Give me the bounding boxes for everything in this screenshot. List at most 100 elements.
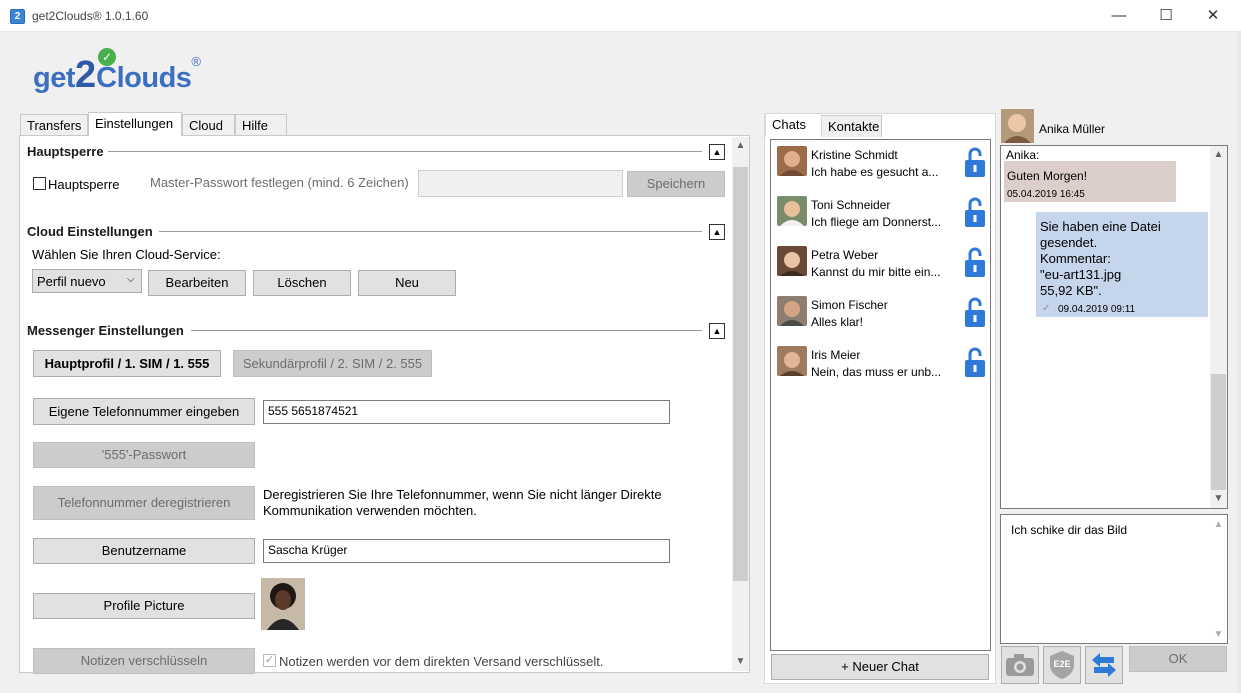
- delete-cloud-button[interactable]: Löschen: [253, 270, 351, 296]
- chat-preview: Alles klar!: [811, 315, 864, 329]
- chat-item-iris[interactable]: Iris Meier Nein, das muss er unb...: [777, 346, 987, 388]
- close-button[interactable]: ✕: [1190, 2, 1236, 30]
- secondary-profile-button[interactable]: Sekundärprofil / 2. SIM / 2. 555: [233, 350, 432, 377]
- compose-field[interactable]: Ich schike dir das Bild ▲ ▼: [1000, 514, 1228, 644]
- contact-avatar: [1001, 109, 1034, 143]
- message-scroll-thumb[interactable]: [1211, 374, 1226, 490]
- unlock-icon[interactable]: [964, 246, 986, 277]
- unlock-icon[interactable]: [964, 196, 986, 227]
- phone-number-field[interactable]: 555 5651874521: [263, 400, 670, 424]
- outgoing-bubble: Sie haben eine Datei gesendet. Kommentar…: [1036, 212, 1208, 317]
- incoming-bubble: Guten Morgen! 05.04.2019 16:45: [1004, 161, 1176, 202]
- chevron-down-icon: ⌵: [127, 274, 135, 285]
- chat-item-petra[interactable]: Petra Weber Kannst du mir bitte ein...: [777, 246, 987, 288]
- section-title-messenger: Messenger Einstellungen: [27, 323, 184, 338]
- outgoing-time: 09.04.2019 09:11: [1058, 304, 1136, 315]
- outgoing-line: Sie haben eine Datei: [1040, 219, 1161, 234]
- master-password-field[interactable]: [418, 170, 623, 197]
- avatar: [777, 346, 807, 376]
- e2e-button[interactable]: E2E: [1043, 646, 1081, 684]
- profile-picture: [261, 578, 305, 630]
- scroll-down-icon[interactable]: ▼: [1210, 629, 1227, 640]
- scroll-up-icon[interactable]: ▲: [1210, 149, 1227, 160]
- app-logo: get2Clouds®: [33, 54, 201, 97]
- collapse-messenger-button[interactable]: ▲: [709, 323, 725, 339]
- logo-text-get: get: [33, 62, 76, 94]
- avatar: [777, 246, 807, 276]
- scroll-down-icon[interactable]: ▼: [1210, 493, 1227, 504]
- tab-label: Chats: [772, 117, 806, 132]
- edit-cloud-button[interactable]: Bearbeiten: [148, 270, 246, 296]
- encrypt-notes-button[interactable]: Notizen verschlüsseln: [33, 648, 255, 674]
- master-password-hint: Master-Passwort festlegen (mind. 6 Zeich…: [150, 175, 409, 190]
- avatar: [777, 146, 807, 176]
- camera-icon: [1006, 654, 1034, 676]
- logo-registered: ®: [191, 54, 202, 69]
- unlock-icon[interactable]: [964, 346, 986, 377]
- logo-text-two: 2: [75, 54, 97, 96]
- ok-button[interactable]: OK: [1129, 646, 1227, 672]
- logo-check-icon: ✓: [98, 48, 116, 66]
- maximize-button[interactable]: ☐: [1143, 2, 1189, 30]
- cloud-service-select[interactable]: Perfil nuevo ⌵: [32, 269, 142, 293]
- deregister-button[interactable]: Telefonnummer deregistrieren: [33, 486, 255, 520]
- unlock-icon[interactable]: [964, 296, 986, 327]
- scroll-up-icon[interactable]: ▲: [732, 140, 749, 151]
- profile-picture-button[interactable]: Profile Picture: [33, 593, 255, 619]
- tab-transfers[interactable]: Transfers: [20, 114, 88, 136]
- tab-chats[interactable]: Chats: [765, 113, 822, 137]
- new-chat-button[interactable]: + Neuer Chat: [771, 654, 989, 680]
- scroll-down-icon[interactable]: ▼: [732, 656, 749, 667]
- swap-arrows-icon: [1092, 653, 1116, 677]
- contact-name: Anika Müller: [1039, 122, 1106, 136]
- save-button[interactable]: Speichern: [627, 171, 725, 197]
- window-title: get2Clouds® 1.0.1.60: [32, 9, 149, 23]
- chat-item-kristine[interactable]: Kristine Schmidt Ich habe es gesucht a..…: [777, 146, 987, 188]
- tab-label: Kontakte: [828, 119, 880, 134]
- sender-label: Anika:: [1006, 148, 1040, 162]
- send-file-button[interactable]: [1085, 646, 1123, 684]
- unlock-icon[interactable]: [964, 146, 986, 177]
- phone-number-button[interactable]: Eigene Telefonnummer eingeben: [33, 398, 255, 425]
- hauptsperre-checkbox[interactable]: [33, 177, 46, 190]
- tab-kontakte[interactable]: Kontakte: [821, 115, 882, 137]
- chat-item-simon[interactable]: Simon Fischer Alles klar!: [777, 296, 987, 338]
- tab-einstellungen[interactable]: Einstellungen: [88, 112, 182, 136]
- chat-preview: Kannst du mir bitte ein...: [811, 265, 941, 279]
- chat-item-toni[interactable]: Toni Schneider Ich fliege am Donnerst...: [777, 196, 987, 238]
- app-icon: 2: [10, 9, 25, 24]
- chat-name: Simon Fischer: [811, 298, 888, 312]
- compose-text: Ich schike dir das Bild: [1011, 523, 1128, 537]
- password-555-button[interactable]: '555'-Passwort: [33, 442, 255, 468]
- chat-name: Toni Schneider: [811, 198, 891, 212]
- hauptsperre-label: Hauptsperre: [48, 177, 120, 192]
- incoming-time: 05.04.2019 16:45: [1007, 189, 1085, 200]
- tab-hilfe[interactable]: Hilfe: [235, 114, 287, 136]
- username-button[interactable]: Benutzername: [33, 538, 255, 564]
- minimize-button[interactable]: —: [1096, 2, 1142, 30]
- collapse-cloud-button[interactable]: ▲: [709, 224, 725, 240]
- section-title-hauptsperre: Hauptsperre: [27, 144, 104, 159]
- outgoing-text: Sie haben eine Datei gesendet. Kommentar…: [1040, 219, 1161, 299]
- avatar: [777, 296, 807, 326]
- logo-text-clouds: Clouds: [96, 62, 192, 94]
- incoming-text: Guten Morgen!: [1007, 169, 1088, 183]
- main-profile-button[interactable]: Hauptprofil / 1. SIM / 1. 555: [33, 350, 221, 377]
- chat-name: Iris Meier: [811, 348, 861, 362]
- cloud-service-prompt: Wählen Sie Ihren Cloud-Service:: [32, 247, 221, 262]
- scroll-up-icon[interactable]: ▲: [1210, 519, 1227, 530]
- tab-label: Cloud: [189, 118, 223, 133]
- outgoing-line: 55,92 KB".: [1040, 283, 1102, 298]
- username-field[interactable]: Sascha Krüger: [263, 539, 670, 563]
- cloud-service-value: Perfil nuevo: [37, 274, 106, 289]
- section-title-cloud: Cloud Einstellungen: [27, 224, 153, 239]
- new-cloud-button[interactable]: Neu: [358, 270, 456, 296]
- collapse-hauptsperre-button[interactable]: ▲: [709, 144, 725, 160]
- settings-scroll-thumb[interactable]: [733, 167, 748, 581]
- tab-cloud[interactable]: Cloud: [182, 114, 235, 136]
- encrypt-notes-checkbox[interactable]: ✓: [263, 654, 276, 667]
- e2e-label: E2E: [1053, 659, 1071, 669]
- section-divider: [191, 330, 702, 331]
- camera-button[interactable]: [1001, 646, 1039, 684]
- outgoing-line: Kommentar:: [1040, 251, 1111, 266]
